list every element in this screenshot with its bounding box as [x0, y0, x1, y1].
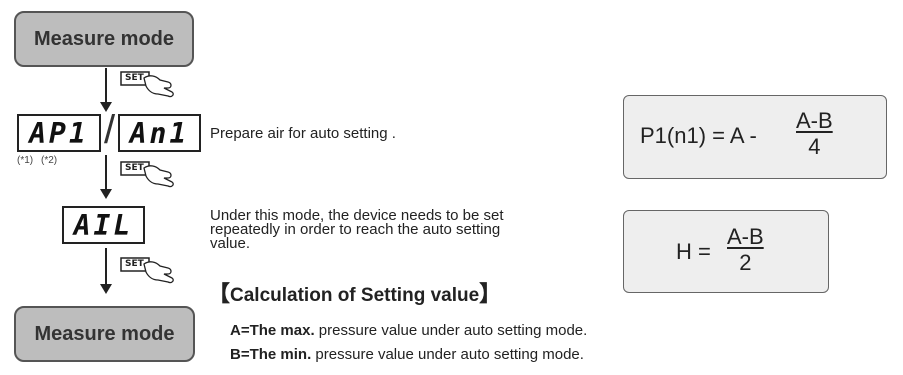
formula-p1-numerator: A-B — [796, 108, 833, 133]
formula-box-h: H = A-B 2 — [623, 210, 829, 293]
definition-a: A=The max. pressure value under auto set… — [230, 322, 587, 339]
display-ap1-text: AP1 — [29, 116, 89, 150]
measure-mode-box-bottom: Measure mode — [14, 306, 195, 362]
measure-mode-label-top: Measure mode — [33, 27, 175, 50]
formula-h-lhs: H = — [676, 239, 711, 264]
definition-b: B=The min. pressure value under auto set… — [230, 346, 584, 363]
display-ail-text: AIL — [73, 208, 134, 242]
footnote-1: (*1) — [17, 155, 34, 166]
set-label-2: SET — [125, 163, 144, 173]
heading-close-bracket: 】 — [479, 281, 502, 306]
step-repeat-line-2: repeatedly in order to reach the auto se… — [210, 221, 501, 238]
definition-a-key: A=The max. — [230, 322, 315, 339]
display-ail: AIL — [62, 206, 145, 244]
measure-mode-label-bottom: Measure mode — [34, 322, 175, 345]
calculation-heading: 【Calculation of Setting value】 — [208, 276, 501, 308]
footnote-2: (*2) — [41, 155, 58, 166]
flow-arrow-1 — [100, 68, 112, 112]
definition-a-text: pressure value under auto setting mode. — [314, 322, 588, 339]
definition-b-key: B=The min. — [230, 346, 312, 363]
measure-mode-box-top: Measure mode — [14, 11, 194, 67]
formula-box-p1: P1(n1) = A - A-B 4 — [623, 95, 887, 179]
flow-arrow-3 — [100, 248, 112, 294]
flow-arrow-2 — [100, 155, 112, 199]
set-label-1: SET — [125, 73, 144, 83]
formula-p1-fraction: A-B 4 — [796, 108, 833, 160]
formula-h-fraction: A-B 2 — [727, 224, 764, 276]
heading-open-bracket: 【 — [208, 281, 231, 306]
formula-h-denominator: 2 — [739, 250, 752, 275]
display-an1: An1 — [118, 114, 201, 152]
set-label-3: SET — [125, 259, 144, 269]
definition-b-text: pressure value under auto setting mode. — [311, 346, 584, 363]
step-repeat-line-3: value. — [210, 235, 251, 252]
set-press-icon-2: SET — [120, 160, 180, 190]
heading-title: Calculation of Setting value — [230, 285, 480, 306]
display-ap1: AP1 — [17, 114, 101, 152]
formula-p1-lhs: P1(n1) = A - — [640, 123, 757, 148]
set-press-icon-1: SET — [120, 70, 180, 100]
set-press-icon-3: SET — [120, 256, 180, 286]
formula-p1-denominator: 4 — [808, 134, 821, 159]
formula-h-numerator: A-B — [727, 224, 764, 249]
display-an1-text: An1 — [129, 116, 190, 150]
slash-divider: / — [104, 108, 116, 152]
step-prepare-text: Prepare air for auto setting . — [210, 125, 396, 142]
